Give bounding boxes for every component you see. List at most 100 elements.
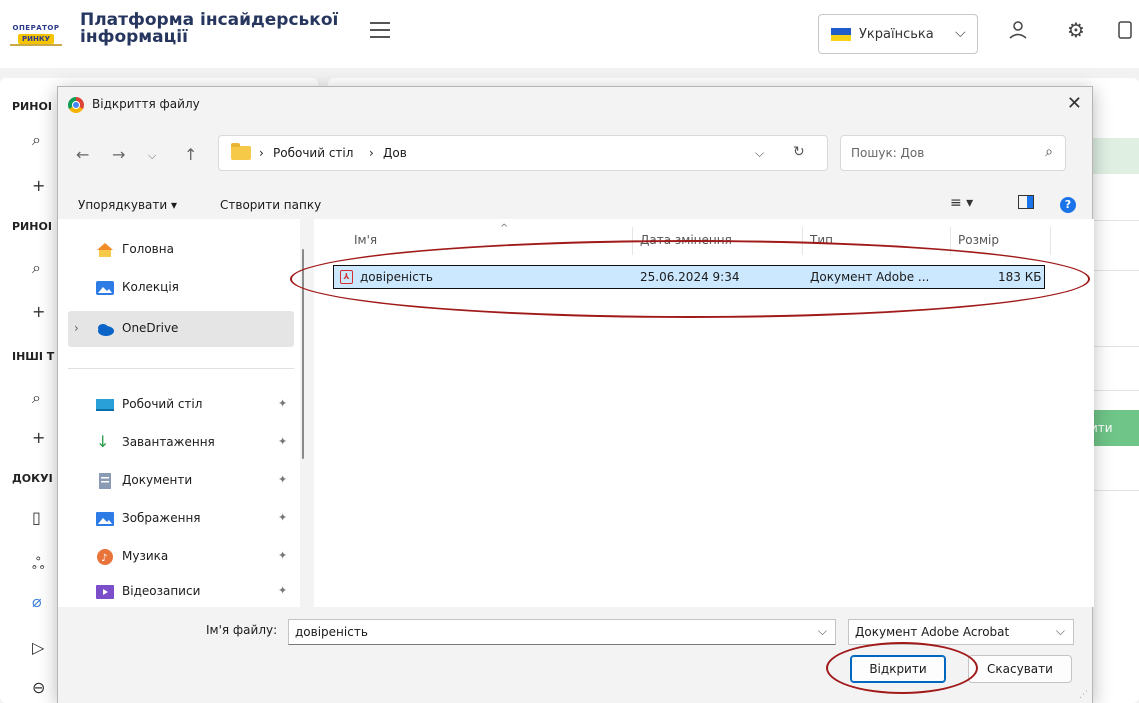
nav-item-label: Документи: [122, 473, 193, 487]
search-icon[interactable]: ⌕: [32, 130, 41, 150]
chevron-down-icon: ⌵: [955, 25, 966, 41]
file-type-value: Документ Adobe Acrobat: [855, 625, 1010, 639]
file-row[interactable]: ⅄ довіреність 25.06.2024 9:34 Документ A…: [333, 265, 1045, 289]
nav-item-label: Зображення: [122, 511, 201, 525]
nav-scrollbar[interactable]: [302, 249, 304, 459]
users-icon[interactable]: ஃ: [32, 554, 45, 575]
nav-item-music[interactable]: ♪ Музика ✦: [68, 542, 294, 572]
user-icon[interactable]: [1006, 18, 1030, 42]
download-icon: ↓: [96, 432, 110, 451]
nav-item-videos[interactable]: Відеозаписи ✦: [68, 577, 294, 607]
menu-icon[interactable]: [370, 22, 390, 38]
nav-item-label: Завантаження: [122, 435, 215, 449]
add-icon[interactable]: +: [32, 176, 45, 195]
nav-item-label: Колекція: [122, 280, 179, 294]
nav-item-home[interactable]: Головна: [68, 235, 294, 265]
nav-item-gallery[interactable]: Колекція: [68, 273, 294, 303]
nav-item-documents[interactable]: Документи ✦: [68, 466, 294, 496]
file-list: ^ Ім'я Дата змінення Тип Розмір ⅄ довіре…: [314, 219, 1094, 607]
nav-item-desktop[interactable]: Робочий стіл ✦: [68, 390, 294, 420]
file-type-select[interactable]: Документ Adobe Acrobat ⌵: [848, 619, 1074, 645]
nav-item-label: Головна: [122, 242, 174, 256]
breadcrumb-desktop[interactable]: Робочий стіл: [273, 146, 353, 160]
column-size[interactable]: Розмір: [958, 233, 999, 247]
file-name-label: Ім'я файлу:: [206, 623, 278, 637]
pin-icon[interactable]: ✦: [278, 397, 287, 410]
language-select[interactable]: Українська ⌵: [818, 14, 978, 54]
back-arrow-icon[interactable]: ←: [76, 145, 89, 164]
chevron-down-icon[interactable]: ⌵: [755, 146, 764, 161]
column-divider: [802, 227, 803, 255]
pictures-icon: [96, 511, 114, 527]
search-input[interactable]: Пошук: Дов ⌕: [840, 135, 1066, 171]
gallery-icon: [96, 280, 114, 296]
file-type: Документ Adobe ...: [810, 270, 930, 284]
divider: [1090, 270, 1139, 271]
column-name[interactable]: Ім'я: [354, 233, 377, 247]
videos-icon: [96, 584, 114, 600]
nav-item-onedrive[interactable]: › OneDrive: [68, 311, 294, 347]
preview-pane-icon[interactable]: [1018, 195, 1034, 213]
documents-icon: [96, 473, 114, 489]
forward-arrow-icon[interactable]: →: [112, 145, 125, 164]
chevron-down-icon[interactable]: ⌵: [818, 624, 827, 639]
dialog-footer: Ім'я файлу: довіреність ⌵ Документ Adobe…: [58, 607, 1092, 703]
pin-icon[interactable]: ✦: [278, 549, 287, 562]
search-icon[interactable]: ⌕: [32, 388, 41, 408]
column-type[interactable]: Тип: [810, 233, 833, 247]
logout-icon[interactable]: [1116, 18, 1139, 42]
edit-icon[interactable]: ▷: [32, 638, 44, 657]
resize-grip-icon[interactable]: ⋰: [1079, 690, 1088, 700]
column-divider: [950, 227, 951, 255]
sidebar-header: РИНОІ: [12, 220, 52, 233]
settings-icon[interactable]: ⚙: [1064, 18, 1088, 42]
close-icon[interactable]: ✕: [1067, 93, 1082, 114]
nav-item-downloads[interactable]: ↓ Завантаження ✦: [68, 428, 294, 458]
pin-icon[interactable]: ✦: [278, 511, 287, 524]
open-button[interactable]: Відкрити: [850, 655, 946, 683]
divider: [1090, 490, 1139, 491]
view-options-icon[interactable]: ≡ ▾: [950, 195, 973, 211]
divider: [1090, 220, 1139, 221]
breadcrumb-separator: ›: [369, 146, 374, 160]
refresh-icon[interactable]: ↻: [793, 144, 805, 160]
attachment-icon[interactable]: ⌀: [32, 592, 42, 611]
music-icon: ♪: [96, 549, 114, 565]
market-operator-logo[interactable]: ОПЕРАТОР РИНКУ: [6, 14, 66, 48]
column-divider: [632, 227, 633, 255]
nav-item-pictures[interactable]: Зображення ✦: [68, 504, 294, 534]
file-modified: 25.06.2024 9:34: [640, 270, 740, 284]
file-open-dialog: Відкриття файлу ✕ ← → ⌵ ↑ › Робочий стіл…: [57, 86, 1094, 703]
new-folder-button[interactable]: Створити папку: [220, 198, 321, 212]
breadcrumb-folder[interactable]: Дов: [383, 146, 407, 160]
search-icon[interactable]: ⌕: [32, 258, 41, 278]
add-icon[interactable]: +: [32, 428, 45, 447]
column-modified[interactable]: Дата змінення: [640, 233, 732, 247]
chrome-icon: [68, 97, 84, 113]
organize-menu[interactable]: Упорядкувати ▾: [78, 198, 177, 212]
minus-circle-icon[interactable]: ⊖: [32, 678, 45, 697]
breadcrumb-separator: ›: [259, 146, 264, 160]
expand-chevron-icon[interactable]: ›: [74, 321, 79, 335]
address-bar[interactable]: › Робочий стіл › Дов ⌵ ↻: [218, 135, 828, 171]
up-arrow-icon[interactable]: ↑: [184, 145, 197, 164]
language-label: Українська: [859, 27, 934, 42]
dialog-title: Відкриття файлу: [92, 97, 200, 111]
help-icon[interactable]: ?: [1060, 197, 1076, 213]
recent-locations-chevron-icon[interactable]: ⌵: [148, 149, 156, 163]
dialog-titlebar[interactable]: Відкриття файлу ✕: [58, 87, 1092, 123]
file-name-field[interactable]: довіреність ⌵: [288, 619, 836, 645]
pin-icon[interactable]: ✦: [278, 473, 287, 486]
add-icon[interactable]: +: [32, 302, 45, 321]
pin-icon[interactable]: ✦: [278, 435, 287, 448]
pin-icon[interactable]: ✦: [278, 584, 287, 597]
cancel-button[interactable]: Скасувати: [968, 655, 1072, 683]
divider: [1090, 390, 1139, 391]
nav-item-label: OneDrive: [122, 321, 179, 335]
app-title: Платформа інсайдерської інформації: [80, 10, 339, 47]
document-icon[interactable]: ▯: [32, 508, 41, 527]
column-divider: [1050, 227, 1051, 255]
file-name-value: довіреність: [295, 625, 368, 639]
ukraine-flag-icon: [831, 28, 851, 41]
nav-item-label: Музика: [122, 549, 169, 563]
